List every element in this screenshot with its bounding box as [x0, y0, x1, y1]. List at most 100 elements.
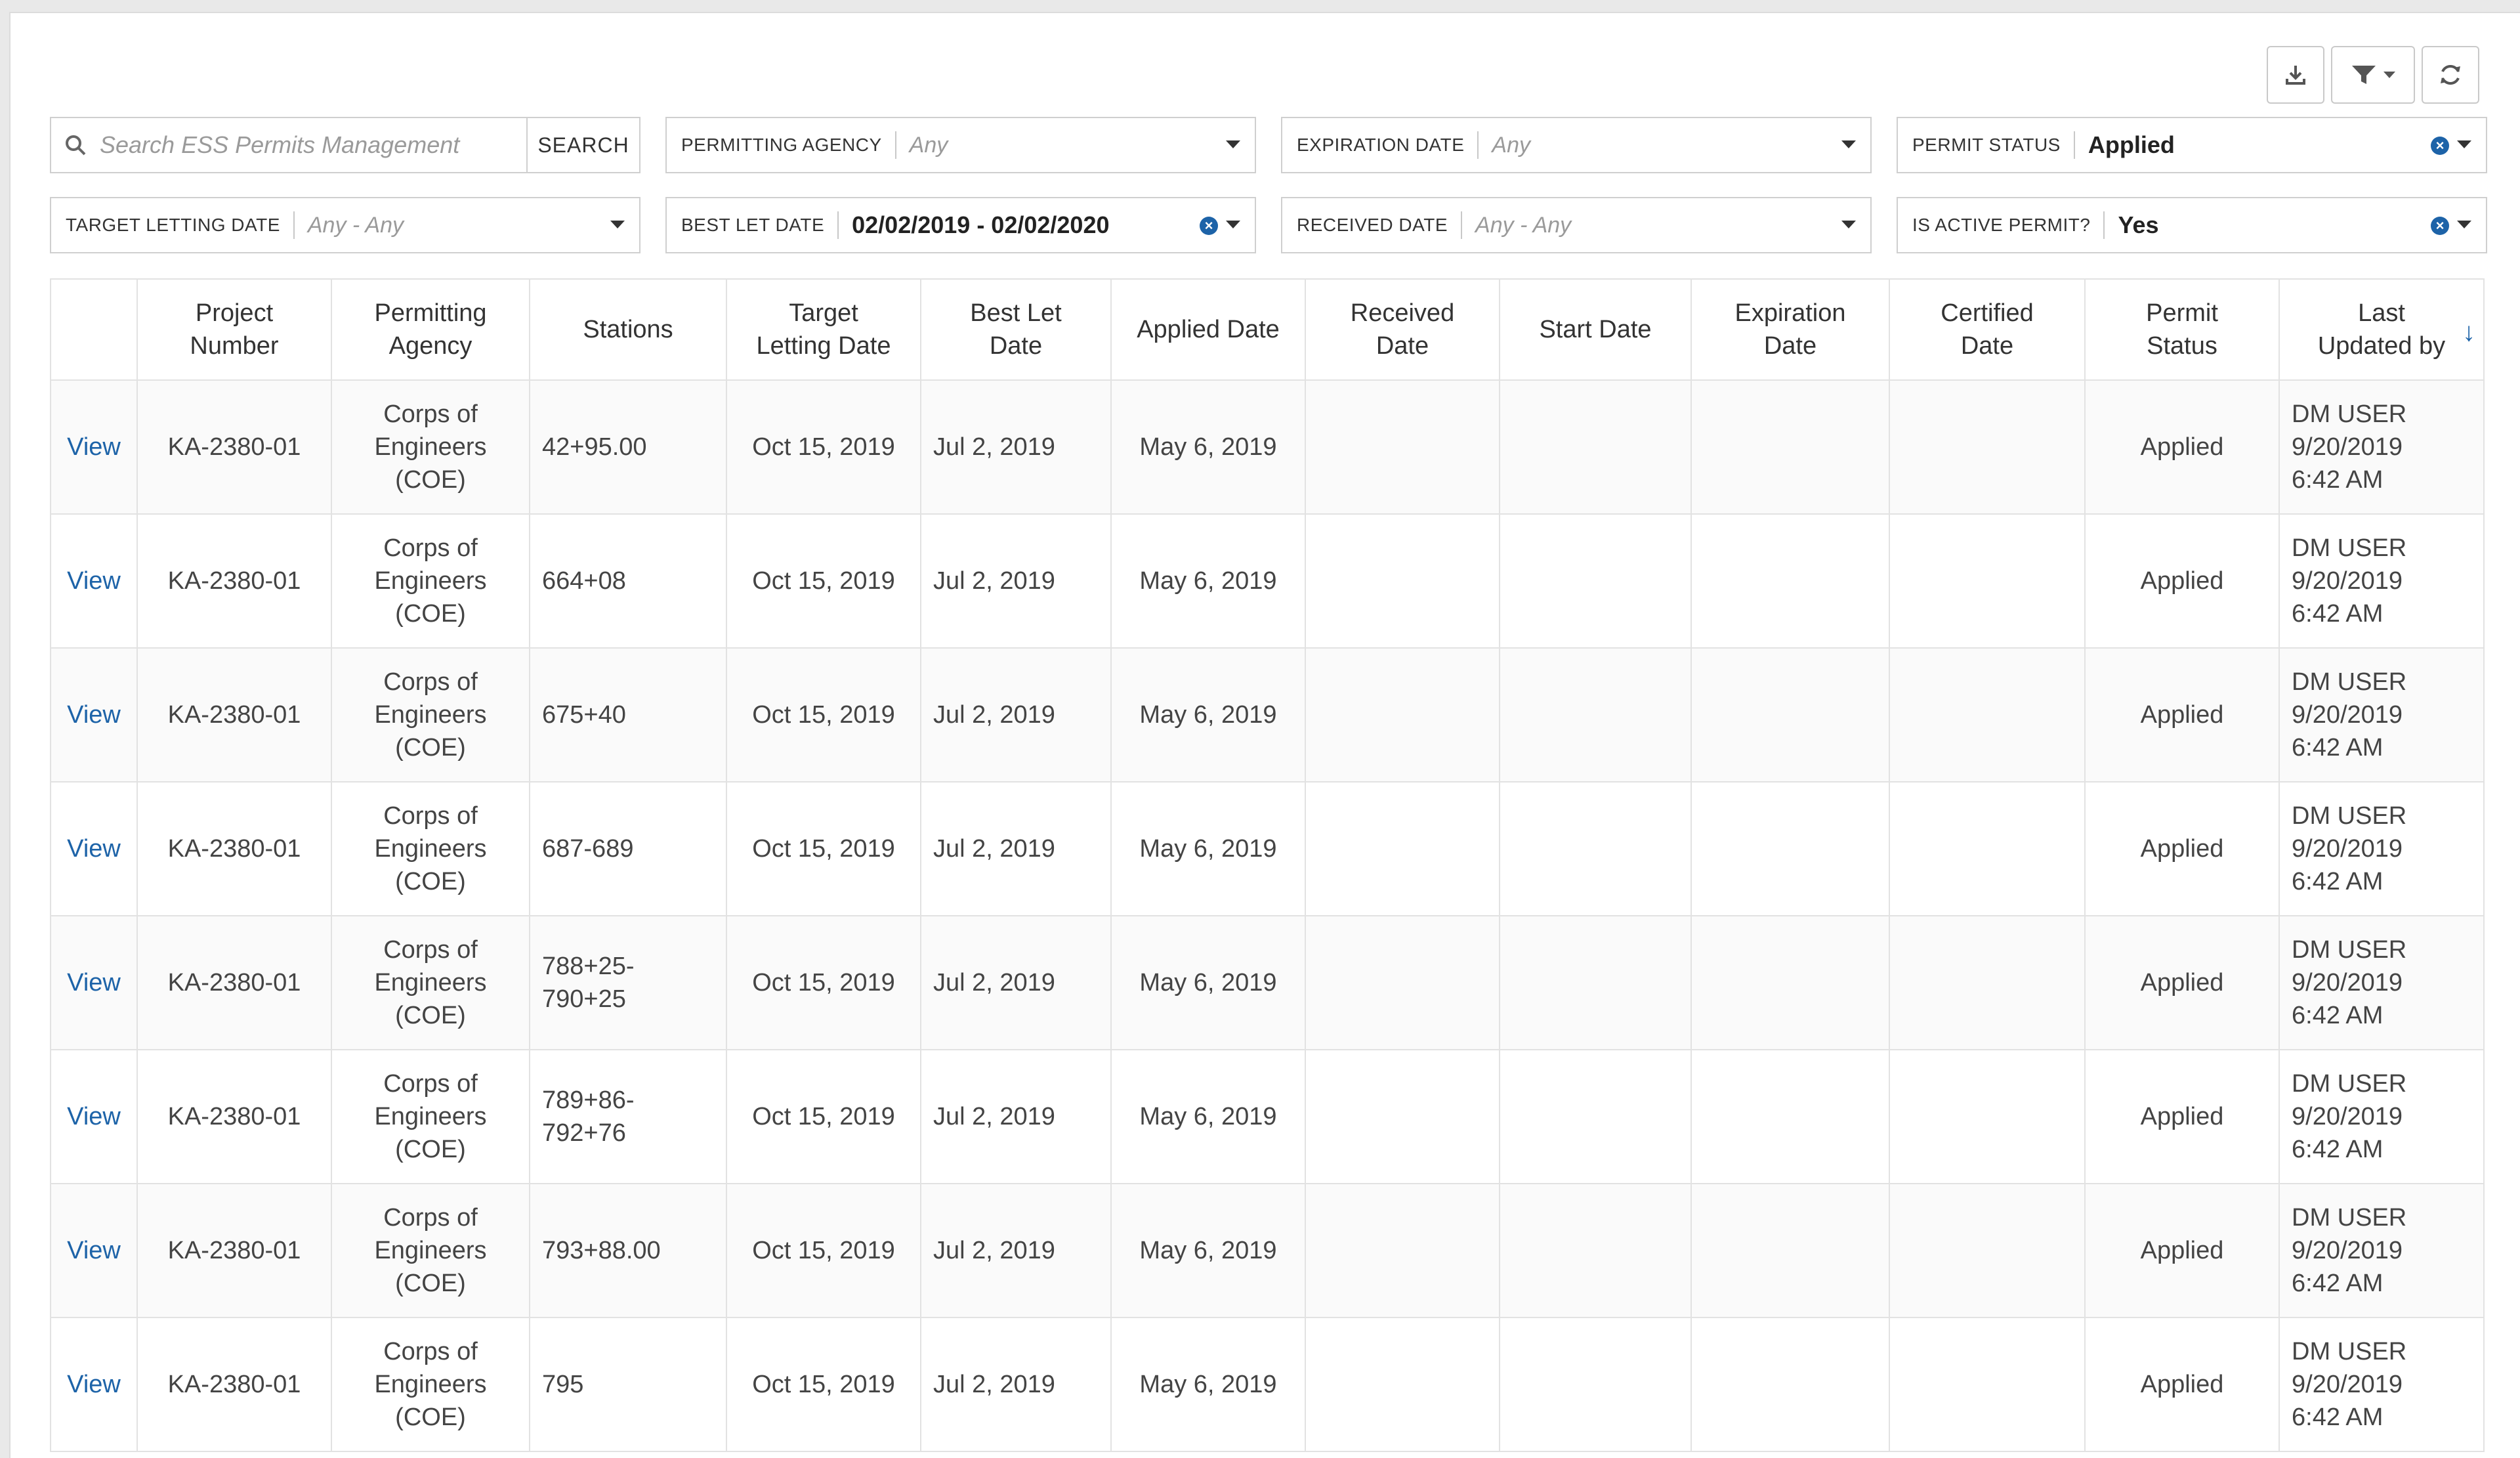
cell-start [1499, 915, 1692, 1050]
cell-best-let: Jul 2, 2019 [920, 1183, 1112, 1318]
column-header[interactable]: Stations [529, 278, 727, 381]
cell-line: Engineers [374, 969, 487, 997]
cell-line: 675+40 [542, 701, 626, 729]
filter-icon [2352, 66, 2376, 84]
cell-action: View [50, 1183, 138, 1318]
view-link[interactable]: View [67, 969, 121, 997]
filter-value: Any [909, 132, 948, 158]
column-header-label: Applied Date [1137, 316, 1280, 343]
cell-start [1499, 513, 1692, 649]
permits-table: Project Number Permitting Agency Stations Tar… [50, 278, 2485, 1452]
filter-value: Any - Any [1475, 212, 1572, 238]
clear-icon[interactable]: × [2431, 217, 2449, 235]
clear-icon[interactable]: × [2431, 137, 2449, 155]
cell-line: 9/20/2019 [2292, 1237, 2403, 1264]
cell-expiration [1690, 915, 1890, 1050]
view-link[interactable]: View [67, 1237, 121, 1264]
cell-applied: May 6, 2019 [1110, 1183, 1306, 1318]
target-letting-date-filter[interactable]: TARGET LETTING DATE Any - Any [50, 197, 640, 253]
cell-agency: Corps of Engineers (COE) [331, 647, 530, 783]
column-header[interactable]: Expiration Date [1690, 278, 1890, 381]
cell-line: DM USER [2292, 1338, 2407, 1365]
column-header[interactable]: Last Updated by ↓ [2278, 278, 2485, 381]
cell-line: Engineers [374, 1103, 487, 1130]
cell-start [1499, 781, 1692, 916]
cell-line: 6:42 AM [2292, 466, 2384, 494]
cell-line: 664+08 [542, 567, 626, 595]
cell-status: Applied [2084, 379, 2280, 515]
cell-received [1305, 781, 1500, 916]
view-link[interactable]: View [67, 1103, 121, 1130]
cell-updated: DM USER 9/20/2019 6:42 AM [2278, 915, 2485, 1050]
chevron-down-icon [1226, 140, 1240, 148]
view-link[interactable]: View [67, 701, 121, 729]
cell-best-let: Jul 2, 2019 [920, 1049, 1112, 1184]
cell-line: DM USER [2292, 936, 2407, 964]
permit-status-filter[interactable]: PERMIT STATUS Applied × [1897, 117, 2487, 173]
cell-target: Oct 15, 2019 [726, 915, 921, 1050]
cell-line: Engineers [374, 433, 487, 461]
cell-updated: DM USER 9/20/2019 6:42 AM [2278, 647, 2485, 783]
column-header-label: Expiration [1734, 299, 1846, 327]
cell-start [1499, 647, 1692, 783]
table-header-row: Project Number Permitting Agency Stations Tar… [50, 278, 2485, 381]
cell-expiration [1690, 1317, 1890, 1452]
table-body: View KA-2380-01 Corps of Engineers (COE) 42+9… [50, 379, 2485, 1452]
cell-line: (COE) [395, 466, 466, 494]
cell-applied: May 6, 2019 [1110, 1049, 1306, 1184]
search-icon [66, 135, 86, 156]
search-button[interactable]: SEARCH [526, 117, 640, 173]
column-header-label: Received [1350, 299, 1455, 327]
cell-agency: Corps of Engineers (COE) [331, 1317, 530, 1452]
view-link[interactable]: View [67, 835, 121, 863]
received-date-filter[interactable]: RECEIVED DATE Any - Any [1281, 197, 1872, 253]
sort-descending-icon[interactable]: ↓ [2462, 319, 2475, 345]
cell-best-let: Jul 2, 2019 [920, 915, 1112, 1050]
download-button[interactable] [2267, 46, 2324, 104]
refresh-button[interactable] [2422, 46, 2479, 104]
cell-line: 9/20/2019 [2292, 701, 2403, 729]
cell-project: KA-2380-01 [136, 1049, 332, 1184]
filter-value: Applied [2088, 131, 2175, 158]
search-input[interactable] [98, 131, 508, 160]
chevron-down-icon [1841, 140, 1856, 148]
cell-status: Applied [2084, 1317, 2280, 1452]
filter-button[interactable] [2331, 46, 2415, 104]
cell-action: View [50, 1049, 138, 1184]
column-header[interactable]: Permit Status [2084, 278, 2280, 381]
permitting-agency-filter[interactable]: PERMITTING AGENCY Any [665, 117, 1256, 173]
column-header[interactable]: Received Date [1305, 278, 1500, 381]
column-header[interactable]: Certified Date [1889, 278, 2086, 381]
column-header[interactable]: Start Date [1499, 278, 1692, 381]
column-header[interactable]: Applied Date [1110, 278, 1306, 381]
column-header-label: Project [195, 299, 274, 327]
clear-icon[interactable]: × [1200, 217, 1218, 235]
cell-stations: 795 [529, 1317, 727, 1452]
column-header-label: Date [1960, 332, 2014, 360]
cell-line: DM USER [2292, 1204, 2407, 1232]
column-header[interactable]: Target Letting Date [726, 278, 921, 381]
view-link[interactable]: View [67, 433, 121, 461]
view-link[interactable]: View [67, 567, 121, 595]
cell-updated: DM USER 9/20/2019 6:42 AM [2278, 1183, 2485, 1318]
column-header-label: Permit [2146, 299, 2218, 327]
column-header-label: Best Let [970, 299, 1062, 327]
cell-stations: 42+95.00 [529, 379, 727, 515]
chevron-down-icon [1226, 221, 1240, 228]
cell-line: 6:42 AM [2292, 1002, 2384, 1029]
column-header[interactable]: Best Let Date [920, 278, 1112, 381]
column-header[interactable]: Project Number [136, 278, 332, 381]
best-let-date-filter[interactable]: BEST LET DATE 02/02/2019 - 02/02/2020 × [665, 197, 1256, 253]
cell-line: 42+95.00 [542, 433, 647, 461]
cell-best-let: Jul 2, 2019 [920, 513, 1112, 649]
filter-separator [2103, 211, 2105, 239]
cell-line: (COE) [395, 1002, 466, 1029]
column-header[interactable]: Permitting Agency [331, 278, 530, 381]
expiration-date-filter[interactable]: EXPIRATION DATE Any [1281, 117, 1872, 173]
cell-certified [1889, 1317, 2086, 1452]
is-active-permit-filter[interactable]: IS ACTIVE PERMIT? Yes × [1897, 197, 2487, 253]
column-header-label: Status [2147, 332, 2217, 360]
cell-project: KA-2380-01 [136, 1183, 332, 1318]
view-link[interactable]: View [67, 1371, 121, 1398]
cell-best-let: Jul 2, 2019 [920, 379, 1112, 515]
